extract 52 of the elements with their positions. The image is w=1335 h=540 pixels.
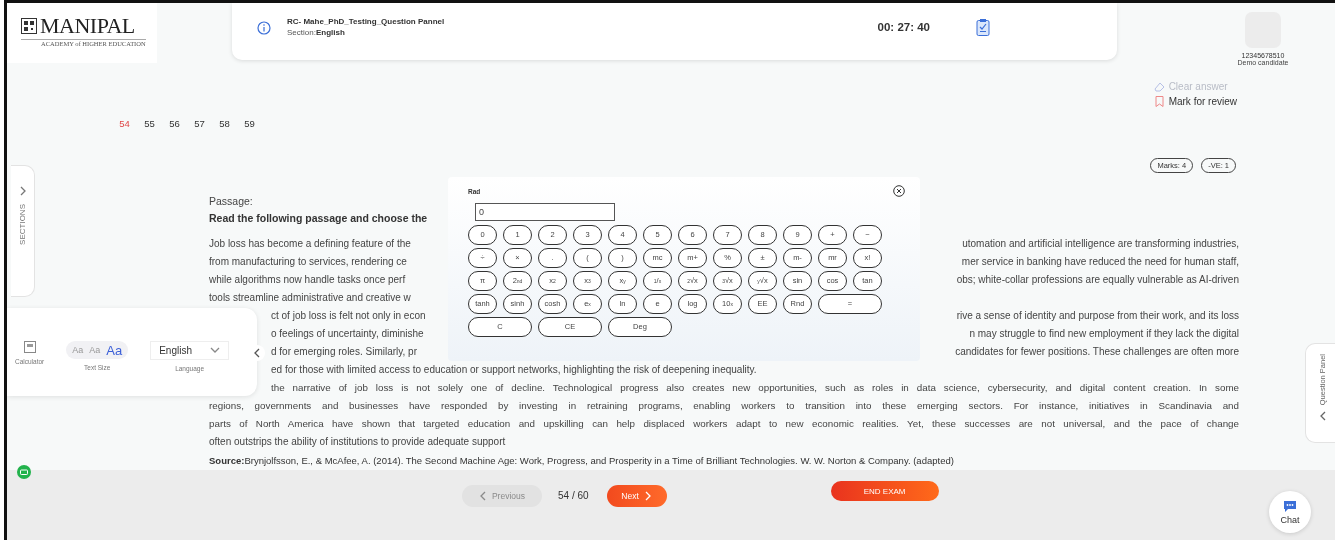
question-counter: 54 / 60 bbox=[558, 489, 589, 503]
eraser-icon bbox=[1152, 80, 1166, 93]
passage-text: o feelings of uncertainty, diminishe bbox=[271, 327, 424, 341]
passage-text: utomation and artificial intelligence are transforming industries, bbox=[962, 237, 1239, 251]
chevron-icon bbox=[18, 186, 27, 196]
passage-text: rive a sense of identity and purpose from their work, and its loss bbox=[956, 309, 1239, 323]
chevron-icon bbox=[1318, 411, 1327, 422]
passage-text: the narrative of job loss is not solely one of decline. Technological progress also creates new opportunities, such as roles in data science, cybersecurity, and digital content creation. In some bbox=[271, 381, 1239, 395]
text-size-option[interactable]: Aa bbox=[106, 342, 123, 358]
passage-text: ed for those with limited access to education or support networks, highlighting the risk of deepening inequality. bbox=[271, 363, 757, 377]
passage-text: n may struggle to find new employment if they lack the digital bbox=[969, 327, 1239, 341]
calculator-display[interactable]: 0 bbox=[475, 203, 615, 221]
info-icon bbox=[257, 21, 271, 35]
language-select[interactable]: English bbox=[150, 341, 229, 360]
passage-text: tools streamline administrative and creative w bbox=[209, 291, 411, 305]
question-number[interactable]: 55 bbox=[142, 118, 157, 129]
timer: 00: 27: 40 bbox=[877, 21, 930, 33]
qr-code-icon bbox=[21, 18, 37, 34]
passage-text: regions, governments and businesses have responded by investing in retraining programs, enabling workers to transition into these emerging sectors. For instance, initiatives in Scandinavia and bbox=[209, 399, 1239, 413]
logo-name: MANIPAL bbox=[40, 13, 135, 39]
passage-text: parts of North America have shown that targeted education and upskilling can help displaced workers adapt to new economic realities. Yet, these successes are not universal, and the pace of change bbox=[209, 417, 1239, 431]
passage-text: candidates for fewer positions. These challenges are often more bbox=[955, 345, 1239, 359]
passage-text: obs; white-collar professions are equally vulnerable as AI-driven bbox=[956, 273, 1239, 287]
question-number[interactable]: 54 bbox=[117, 118, 132, 129]
sections-tab[interactable]: SECTIONS bbox=[11, 165, 35, 297]
question-number[interactable]: 59 bbox=[242, 118, 257, 129]
chevron-icon bbox=[478, 491, 487, 501]
camera-icon bbox=[17, 465, 31, 479]
clipboard-icon[interactable] bbox=[976, 18, 990, 36]
passage-text: while algorithms now handle tasks once perf bbox=[209, 273, 406, 287]
close-icon[interactable] bbox=[893, 185, 905, 197]
source-citation: Source:Brynjolfsson, E., & McAfee, A. (2014). The Second Machine Age: Work, Progress, and Prosperity in a Time of Brilliant Technologies. W. W. Norton & Company. (adapted) bbox=[209, 455, 954, 466]
question-number[interactable]: 58 bbox=[217, 118, 232, 129]
passage-text: from manufacturing to services, rendering ce bbox=[209, 255, 407, 269]
passage-instruction: Read the following passage and choose the bbox=[209, 211, 428, 226]
passage-text: ct of job loss is felt not only in econ bbox=[271, 309, 426, 323]
end-exam-button[interactable]: END EXAM bbox=[830, 481, 939, 501]
bookmark-icon bbox=[1152, 95, 1166, 108]
passage-text: d for emerging roles. Similarly, pr bbox=[271, 345, 417, 359]
passage-heading: Passage: bbox=[209, 194, 253, 209]
passage-text: often outstrips the ability of institutions to provide adequate support bbox=[209, 435, 506, 449]
chevron-icon bbox=[643, 491, 652, 501]
chat-icon bbox=[1283, 499, 1297, 513]
calculator-icon bbox=[23, 341, 36, 353]
passage-text: mer service in banking have reduced the need for human staff, bbox=[961, 255, 1239, 269]
section-name: Section:English bbox=[287, 28, 346, 37]
mark-for-review-button[interactable]: Mark for review bbox=[1152, 95, 1237, 108]
exam-title: RC- Mahe_PhD_Testing_Question Pannel bbox=[287, 17, 446, 26]
question-number[interactable]: 56 bbox=[167, 118, 182, 129]
passage-text: Job loss has become a defining feature of the bbox=[209, 237, 411, 251]
chevron-icon bbox=[253, 348, 261, 358]
question-number[interactable]: 57 bbox=[192, 118, 207, 129]
